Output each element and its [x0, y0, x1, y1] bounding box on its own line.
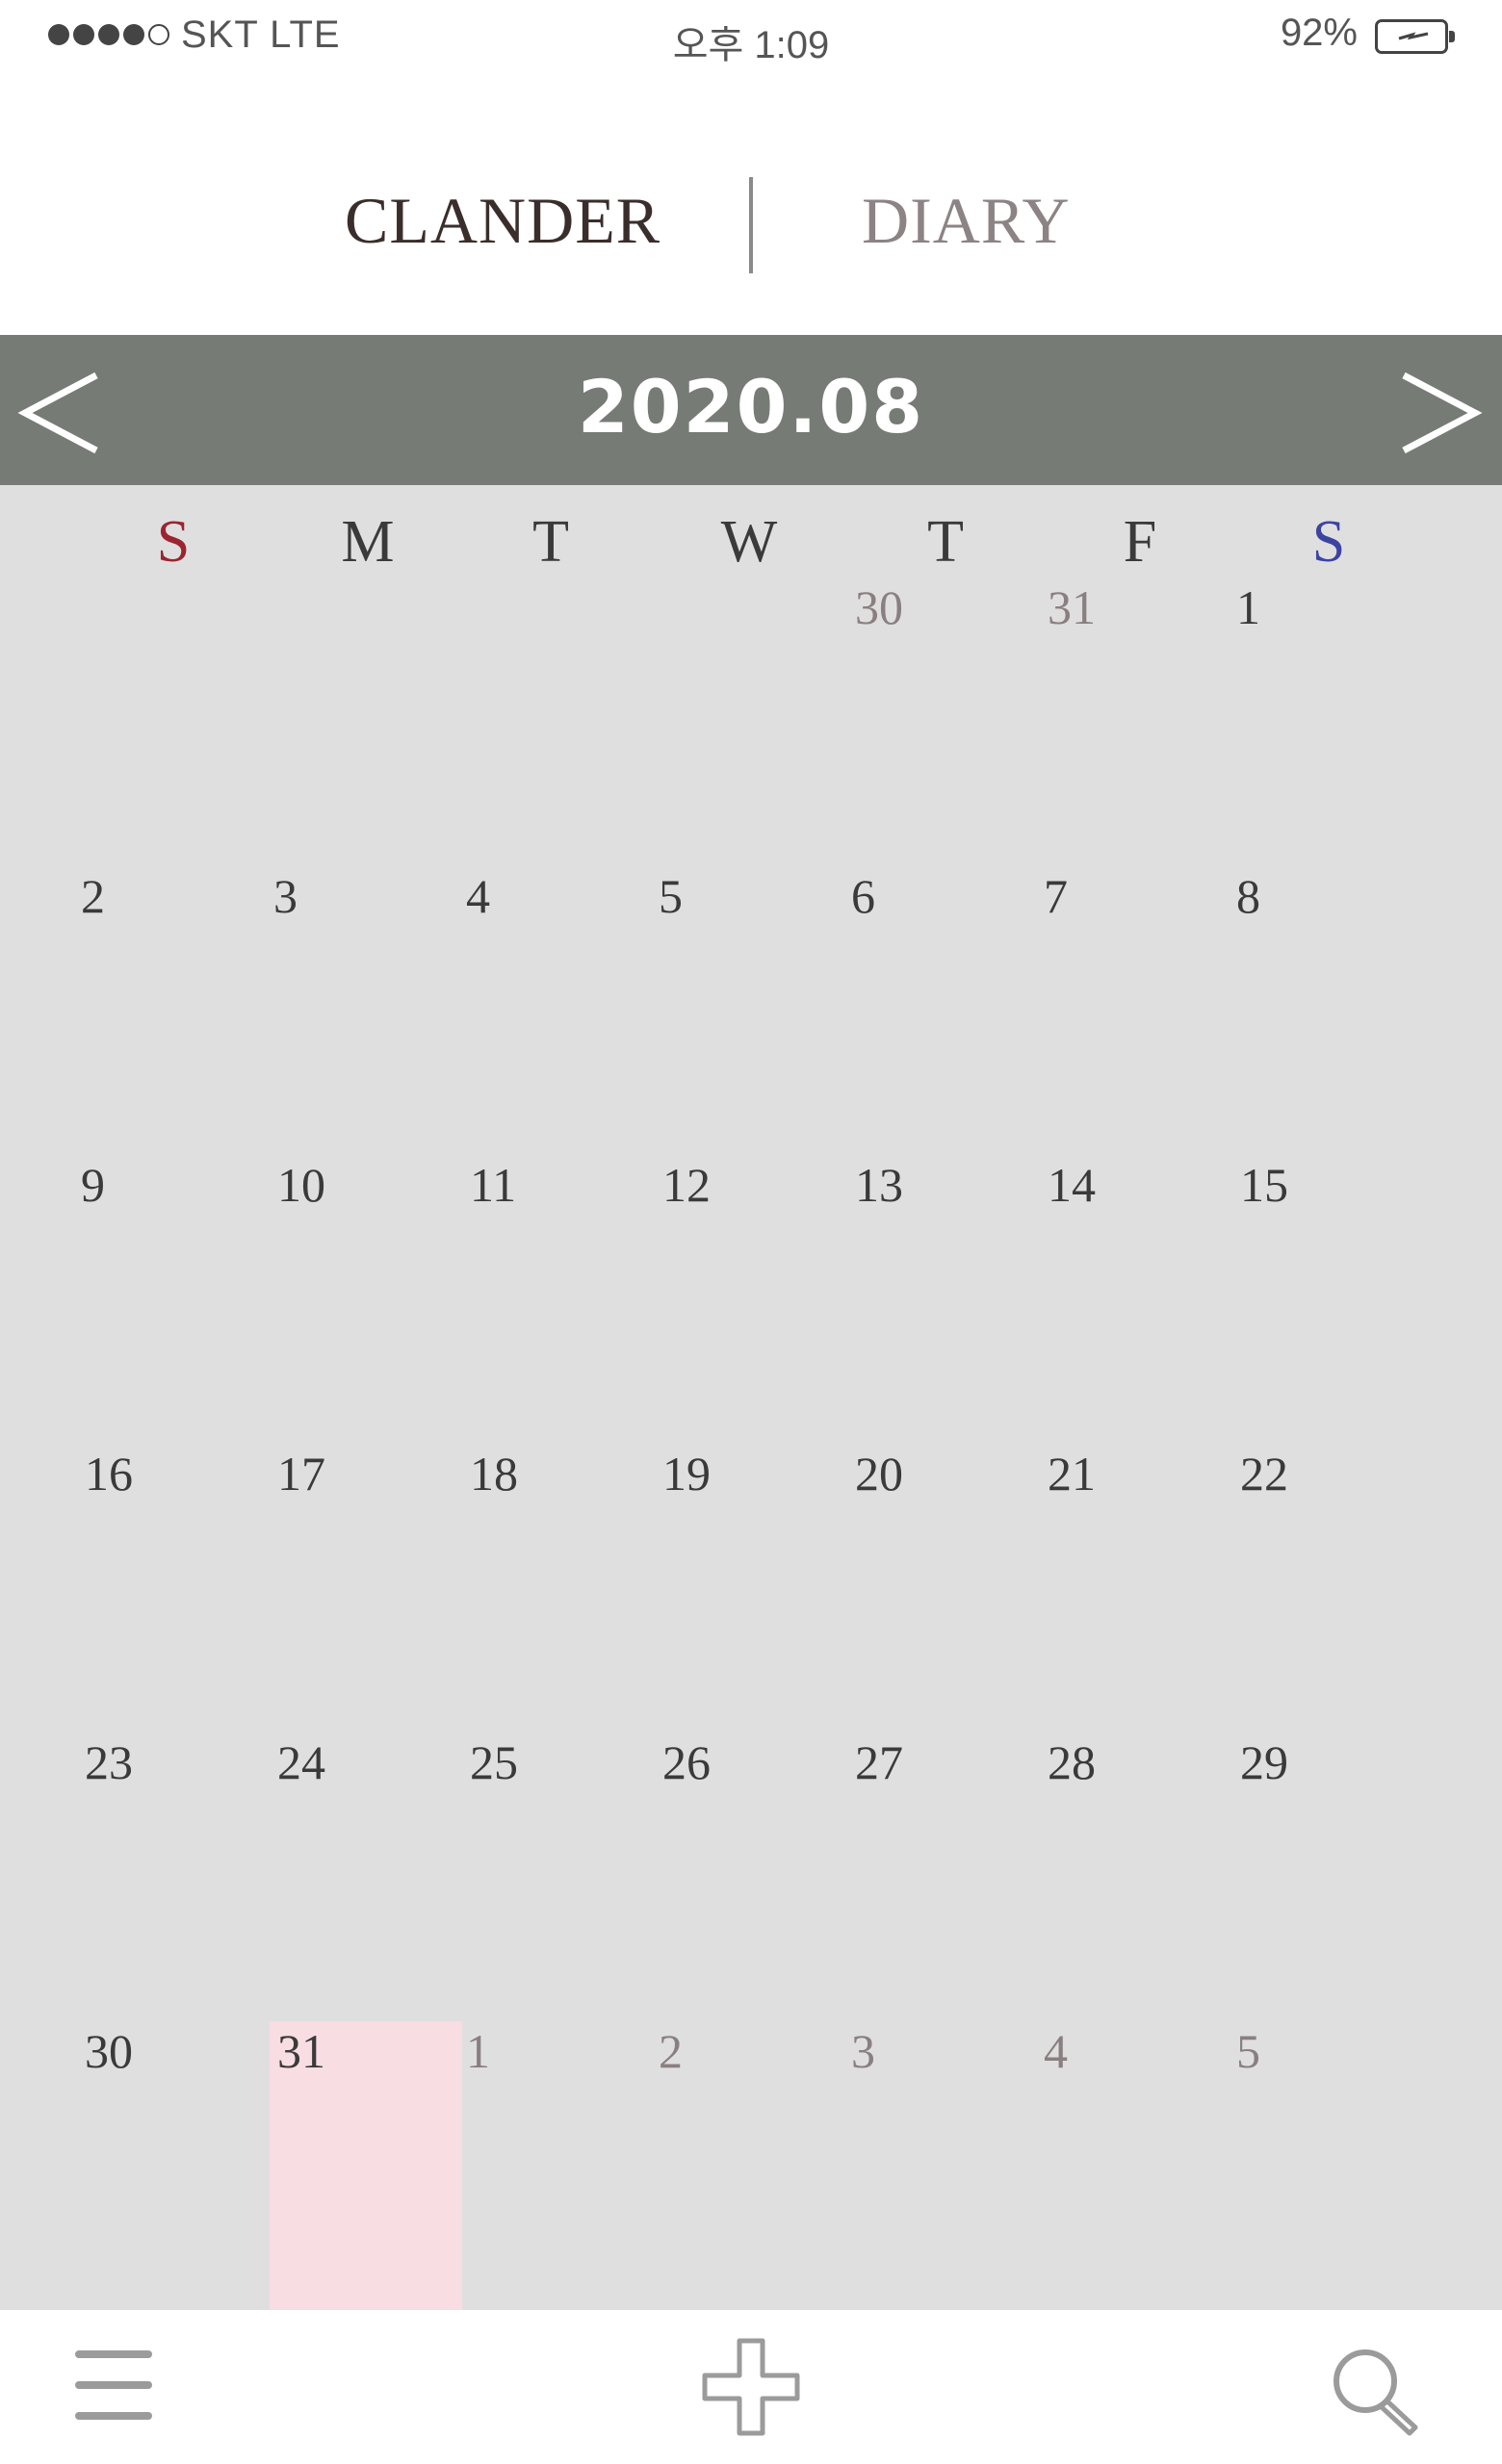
calendar-day[interactable]: 28 — [1048, 1734, 1096, 1790]
weekday-header: M — [341, 509, 395, 575]
calendar-day[interactable]: 3 — [273, 868, 298, 924]
weekday-header: W — [720, 509, 778, 575]
weekday-header: T — [927, 509, 964, 575]
weekday-header: S — [156, 509, 191, 575]
calendar-day[interactable]: 7 — [1044, 868, 1068, 924]
month-title: 2020.08 — [577, 364, 925, 449]
calendar-day[interactable]: 13 — [855, 1157, 903, 1213]
calendar-day[interactable]: 25 — [470, 1734, 518, 1790]
tab-divider — [749, 177, 753, 273]
bottom-toolbar — [0, 2310, 1502, 2464]
calendar-grid: S M T W T F S 30 31 1 2 3 4 5 6 7 8 9 10 11 12 13 14 15 16 17 18 19… — [0, 485, 1502, 2310]
calendar-day[interactable]: 12 — [662, 1157, 711, 1213]
calendar-day[interactable]: 1 — [466, 2023, 490, 2079]
calendar-day[interactable]: 31 — [277, 2023, 325, 2079]
weekday-header: S — [1311, 509, 1346, 575]
calendar-day[interactable]: 21 — [1048, 1446, 1096, 1502]
calendar-day[interactable]: 5 — [1236, 2023, 1260, 2079]
calendar-day[interactable]: 4 — [466, 868, 490, 924]
calendar-day[interactable]: 30 — [855, 579, 903, 635]
status-bar: SKT LTE 오후 1:09 92% — [0, 0, 1502, 77]
calendar-day[interactable]: 26 — [662, 1734, 711, 1790]
hamburger-menu-icon[interactable] — [75, 2348, 156, 2426]
calendar-day[interactable]: 8 — [1236, 868, 1260, 924]
calendar-day[interactable]: 15 — [1240, 1157, 1288, 1213]
weekday-header: F — [1123, 509, 1157, 575]
battery-icon — [1375, 19, 1455, 54]
tab-diary[interactable]: DIARY — [862, 183, 1071, 259]
next-month-button[interactable] — [1396, 370, 1483, 456]
calendar-day[interactable]: 29 — [1240, 1734, 1288, 1790]
calendar-day[interactable]: 2 — [81, 868, 105, 924]
calendar-day[interactable]: 30 — [85, 2023, 133, 2079]
calendar-day[interactable]: 10 — [277, 1157, 325, 1213]
calendar-day[interactable]: 22 — [1240, 1446, 1288, 1502]
calendar-day[interactable]: 23 — [85, 1734, 133, 1790]
month-header: 2020.08 — [0, 335, 1502, 485]
calendar-day[interactable]: 6 — [851, 868, 875, 924]
calendar-day[interactable]: 24 — [277, 1734, 325, 1790]
calendar-day[interactable]: 3 — [851, 2023, 875, 2079]
calendar-day[interactable]: 1 — [1236, 579, 1260, 635]
calendar-day[interactable]: 18 — [470, 1446, 518, 1502]
calendar-day[interactable]: 20 — [855, 1446, 903, 1502]
calendar-day[interactable]: 4 — [1044, 2023, 1068, 2079]
plus-icon[interactable] — [701, 2337, 801, 2442]
calendar-day[interactable]: 9 — [81, 1157, 105, 1213]
calendar-day[interactable]: 27 — [855, 1734, 903, 1790]
status-time: 오후 1:09 — [672, 24, 830, 66]
calendar-day[interactable]: 16 — [85, 1446, 133, 1502]
calendar-day[interactable]: 2 — [659, 2023, 683, 2079]
search-icon[interactable] — [1329, 2345, 1425, 2446]
weekday-header: T — [532, 509, 569, 575]
battery-percent: 92% — [1280, 12, 1358, 54]
calendar-day[interactable]: 19 — [662, 1446, 711, 1502]
view-tabs: CLANDER DIARY — [0, 154, 1502, 298]
calendar-day[interactable]: 11 — [470, 1157, 516, 1213]
calendar-day[interactable]: 14 — [1048, 1157, 1096, 1213]
chevron-right-icon — [1402, 372, 1483, 454]
calendar-day[interactable]: 5 — [659, 868, 683, 924]
calendar-day[interactable]: 31 — [1048, 579, 1096, 635]
calendar-day[interactable]: 17 — [277, 1446, 325, 1502]
tab-calendar[interactable]: CLANDER — [345, 183, 660, 259]
